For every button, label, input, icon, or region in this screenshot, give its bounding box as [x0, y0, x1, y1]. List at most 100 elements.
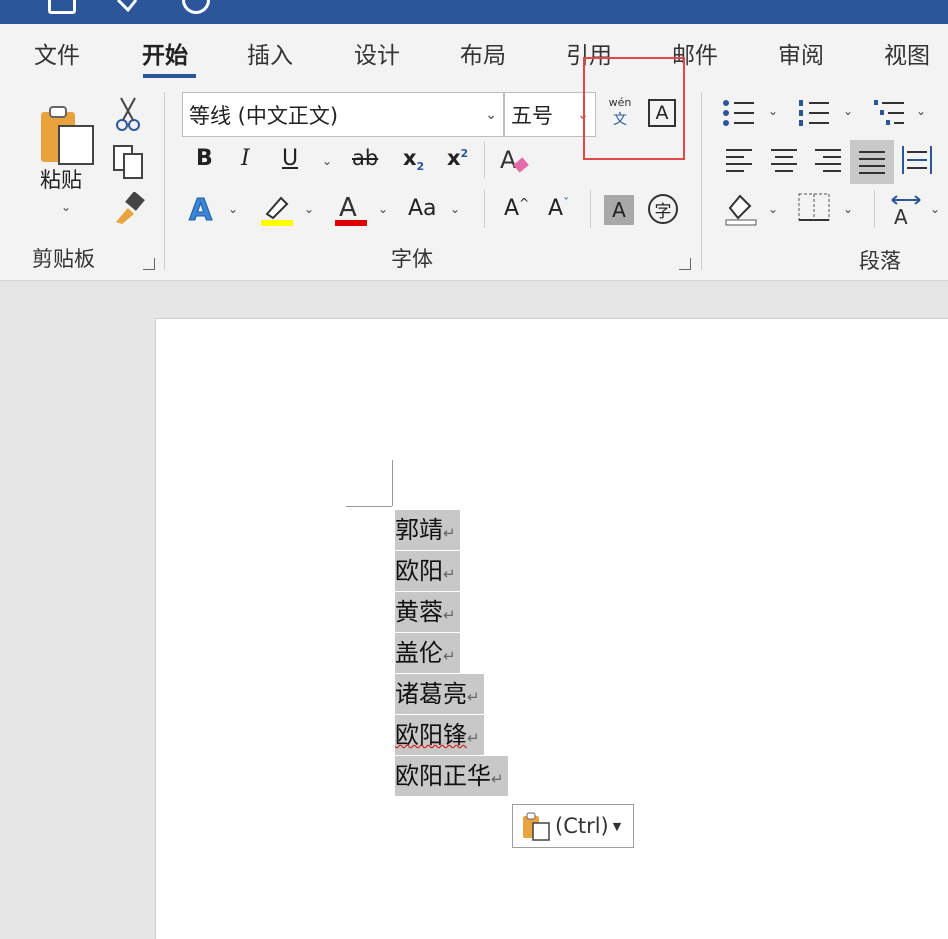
format-painter-icon[interactable] — [112, 192, 146, 226]
font-name-combo[interactable]: 等线 (中文正文) ⌄ — [182, 92, 504, 137]
separator — [590, 190, 591, 228]
paste-options-clipboard-icon — [523, 812, 550, 841]
tab-insert[interactable]: 插入 — [247, 36, 293, 70]
document-line[interactable]: 诸葛亮↵ — [395, 674, 484, 714]
change-case-dropdown-icon[interactable]: ⌄ — [450, 202, 460, 216]
document-line[interactable]: 黄蓉↵ — [395, 592, 460, 632]
undo-icon[interactable] — [114, 0, 138, 12]
paste-options-dropdown-icon: ▼ — [612, 819, 622, 833]
line-text: 欧阳锋 — [395, 721, 467, 749]
line-spacing-icon[interactable]: A — [888, 192, 924, 226]
line-spacing-dropdown-icon[interactable]: ⌄ — [930, 202, 940, 216]
separator — [484, 190, 485, 228]
separator — [164, 92, 165, 270]
paragraph-mark: ↵ — [491, 770, 504, 788]
shading-icon[interactable] — [724, 192, 758, 226]
multilevel-list-icon[interactable] — [872, 98, 906, 128]
line-text: 欧阳正华 — [395, 762, 491, 790]
font-launcher-icon[interactable] — [679, 258, 691, 270]
svg-text:A: A — [500, 146, 517, 174]
justify-button[interactable] — [850, 140, 894, 184]
clipboard-group-label: 剪贴板 — [32, 247, 95, 271]
subscript-label: x — [403, 146, 417, 170]
clipboard-launcher-icon[interactable] — [143, 258, 155, 270]
line-text: 郭靖 — [395, 516, 443, 544]
align-left-icon[interactable] — [724, 146, 754, 174]
font-name-dropdown-icon[interactable]: ⌄ — [485, 107, 497, 123]
shrink-font-label: A — [548, 196, 564, 221]
redo-icon[interactable] — [182, 0, 210, 14]
grow-font-arrow-icon: ^ — [519, 196, 530, 210]
borders-icon[interactable] — [797, 192, 831, 224]
cut-icon[interactable] — [116, 96, 140, 132]
tab-design[interactable]: 设计 — [354, 36, 400, 70]
clear-formatting-icon[interactable]: A — [498, 144, 532, 178]
bold-button[interactable]: B — [196, 146, 213, 171]
ribbon: 粘贴 ⌄ 剪贴板 等线 (中文正文) ⌄ 五号 ⌄ wén 文 A B I U … — [0, 82, 948, 281]
tab-file[interactable]: 文件 — [34, 36, 80, 70]
svg-text:A: A — [189, 193, 213, 226]
bullets-icon[interactable] — [722, 98, 756, 128]
svg-text:A: A — [894, 205, 908, 226]
strikethrough-button[interactable]: ab — [352, 146, 378, 170]
tab-layout[interactable]: 布局 — [460, 36, 506, 70]
subscript-2-icon: 2 — [416, 160, 425, 174]
tab-home[interactable]: 开始 — [142, 36, 188, 70]
copy-icon[interactable] — [112, 144, 146, 180]
superscript-label: x — [447, 146, 461, 170]
underline-dropdown-icon[interactable]: ⌄ — [322, 154, 332, 168]
paragraph-mark: ↵ — [443, 606, 456, 624]
save-icon[interactable] — [48, 0, 76, 14]
italic-button[interactable]: I — [241, 146, 250, 171]
paste-dropdown-icon[interactable]: ⌄ — [61, 200, 71, 214]
margin-crop-mark — [346, 506, 392, 507]
distributed-icon[interactable] — [901, 144, 933, 176]
numbering-icon[interactable] — [797, 98, 831, 128]
paragraph-mark: ↵ — [443, 524, 456, 542]
line-text: 盖伦 — [395, 639, 443, 667]
document-line[interactable]: 欧阳↵ — [395, 551, 460, 591]
tab-review[interactable]: 审阅 — [778, 36, 824, 70]
enclose-characters-button[interactable]: 字 — [648, 194, 678, 224]
align-center-icon[interactable] — [769, 146, 799, 174]
grow-font-label: A — [504, 196, 520, 221]
document-line[interactable]: 郭靖↵ — [395, 510, 460, 550]
subscript-button[interactable]: x2 — [403, 146, 424, 173]
numbering-dropdown-icon[interactable]: ⌄ — [843, 104, 853, 118]
superscript-button[interactable]: x2 — [447, 146, 468, 170]
shrink-font-button[interactable]: Aˇ — [548, 196, 569, 221]
grow-font-button[interactable]: A^ — [504, 196, 529, 221]
tab-view[interactable]: 视图 — [884, 36, 930, 70]
highlight-dropdown-icon[interactable]: ⌄ — [304, 202, 314, 216]
change-case-button[interactable]: Aa — [408, 196, 437, 221]
highlight-icon[interactable] — [259, 192, 295, 228]
justify-icon — [859, 151, 885, 174]
separator — [484, 142, 485, 178]
svg-text:A: A — [339, 193, 357, 223]
multilevel-list-dropdown-icon[interactable]: ⌄ — [916, 104, 926, 118]
document-line[interactable]: 盖伦↵ — [395, 633, 460, 673]
borders-dropdown-icon[interactable]: ⌄ — [843, 202, 853, 216]
text-effects-icon[interactable]: A — [188, 192, 220, 227]
paragraph-mark: ↵ — [443, 565, 456, 583]
bullets-dropdown-icon[interactable]: ⌄ — [768, 104, 778, 118]
line-text: 黄蓉 — [395, 598, 443, 626]
paragraph-group-label: 段落 — [859, 249, 901, 273]
align-right-icon[interactable] — [813, 146, 843, 174]
character-shading-button[interactable]: A — [604, 195, 634, 225]
clipboard-icon — [41, 106, 94, 165]
text-effects-dropdown-icon[interactable]: ⌄ — [228, 202, 238, 216]
paste-options-button[interactable]: (Ctrl) ▼ — [512, 804, 634, 848]
shading-dropdown-icon[interactable]: ⌄ — [768, 202, 778, 216]
font-color-icon[interactable]: A — [333, 190, 369, 228]
paste-options-label: (Ctrl) — [555, 814, 609, 838]
paste-label: 粘贴 — [40, 168, 82, 192]
document-line[interactable]: 欧阳正华↵ — [395, 756, 508, 796]
shrink-font-arrow-icon: ˇ — [563, 196, 570, 210]
font-color-dropdown-icon[interactable]: ⌄ — [378, 202, 388, 216]
font-name-value: 等线 (中文正文) — [189, 103, 339, 128]
document-line[interactable]: 欧阳锋↵ — [395, 715, 484, 755]
underline-button[interactable]: U — [282, 146, 298, 171]
superscript-2-icon: 2 — [460, 147, 469, 160]
font-size-value: 五号 — [511, 103, 553, 128]
